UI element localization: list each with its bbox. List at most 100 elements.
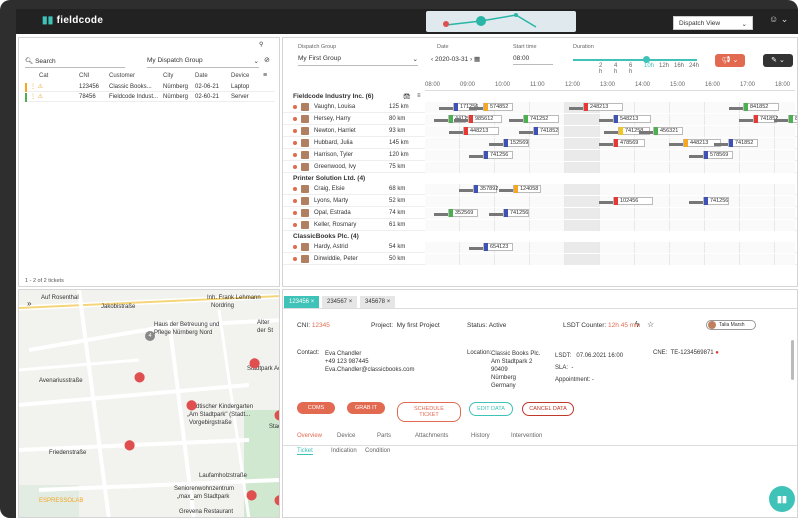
- action-cancel-data-button[interactable]: CANCEL DATA: [522, 402, 574, 416]
- duration-tick[interactable]: 24h: [689, 63, 699, 69]
- group-header[interactable]: Printer Solution Ltd. (4): [293, 175, 365, 182]
- technician-row[interactable]: Hubbard, Julia 145 km 152569 478569 448213 74…: [283, 138, 797, 149]
- technician-row[interactable]: Greenwood, Ivy 75 km: [283, 162, 797, 173]
- technician-row[interactable]: Harrison, Tyler 120 km 741256 578569: [283, 150, 797, 161]
- action-edit-data-button[interactable]: EDIT DATA: [469, 402, 513, 416]
- technician-row[interactable]: Keller, Rosmary 61 km: [283, 220, 797, 231]
- technician-row[interactable]: Opal, Estrada 74 km 352569 741256: [283, 208, 797, 219]
- search-input[interactable]: 🔍︎ Search: [25, 57, 125, 68]
- link-icon[interactable]: ⊘: [264, 56, 270, 64]
- duration-tick[interactable]: 12h: [659, 63, 669, 69]
- detail-tab[interactable]: Overview: [297, 433, 322, 439]
- column-header[interactable]: Cat: [39, 73, 48, 79]
- fieldcode-chat-button[interactable]: ▮▮: [769, 486, 795, 512]
- detail-tab[interactable]: Device: [337, 433, 355, 439]
- job-bar[interactable]: 741252: [523, 115, 559, 123]
- job-bar[interactable]: 574852: [483, 103, 513, 111]
- job-bar[interactable]: 654123: [483, 243, 513, 251]
- duration-slider-handle[interactable]: [643, 56, 650, 63]
- user-menu-icon[interactable]: ☺ ⌄: [769, 14, 788, 25]
- expand-icon[interactable]: »: [27, 299, 31, 308]
- ticket-tab[interactable]: 234567 ×: [322, 296, 358, 308]
- job-bar[interactable]: 352569: [448, 209, 478, 217]
- job-bar[interactable]: 741852: [728, 139, 758, 147]
- view-select[interactable]: Dispatch View ⌄: [673, 16, 753, 30]
- duration-tick[interactable]: 10h: [644, 63, 654, 69]
- duration-slider[interactable]: [573, 56, 697, 63]
- menu-icon[interactable]: ≡: [417, 93, 421, 99]
- column-header[interactable]: City: [163, 73, 173, 79]
- column-header[interactable]: Customer: [109, 73, 135, 79]
- job-bar[interactable]: 152569: [503, 139, 529, 147]
- alert-button[interactable]: 📢︎ ⌄: [715, 54, 745, 67]
- job-bar[interactable]: 741256: [483, 151, 513, 159]
- group-header[interactable]: ClassicBooks Plc. (4): [293, 233, 359, 240]
- technician-row[interactable]: Hersey, Harry80 km4412529856127412525482…: [283, 114, 797, 125]
- detail-sub-tab[interactable]: Condition: [365, 448, 390, 454]
- close-icon[interactable]: ×: [347, 299, 353, 305]
- job-bar[interactable]: 841752: [788, 115, 797, 123]
- group-header[interactable]: Fieldcode Industry Inc. (6): [293, 93, 374, 100]
- dispatch-group-select[interactable]: My Dispatch Group ⌄: [147, 57, 259, 68]
- dispatch-group-select[interactable]: My First Group ⌄: [298, 55, 418, 66]
- assignee-chip[interactable]: Talia Marsh: [706, 320, 756, 330]
- technician-row[interactable]: Hardy, Astrid 54 km 654123: [283, 242, 797, 253]
- job-bar[interactable]: 102456: [613, 197, 653, 205]
- date-picker[interactable]: ‹ 2020-03-31 › ▦: [431, 55, 480, 63]
- pin-icon[interactable]: ⚲: [259, 41, 263, 48]
- close-icon[interactable]: ×: [309, 299, 315, 305]
- column-header[interactable]: Date: [195, 73, 208, 79]
- job-bar[interactable]: 741256: [503, 209, 529, 217]
- map-pin-icon[interactable]: ⬤: [124, 440, 135, 451]
- job-bar[interactable]: 741852: [533, 127, 559, 135]
- column-header[interactable]: Device: [231, 73, 249, 79]
- duration-tick[interactable]: 4 h: [614, 63, 617, 75]
- action-grab-it-button[interactable]: GRAB IT: [347, 402, 385, 414]
- star-icon[interactable]: ☆: [647, 320, 654, 329]
- detail-tab[interactable]: Parts: [377, 433, 391, 439]
- flash-icon[interactable]: ϟ: [635, 320, 639, 329]
- info-icon[interactable]: ●: [715, 350, 719, 356]
- map-pin-icon[interactable]: ⬤: [274, 495, 279, 506]
- technician-row[interactable]: Lyons, Marty 52 km 102456 741256: [283, 196, 797, 207]
- close-icon[interactable]: ×: [385, 299, 391, 305]
- job-bar[interactable]: 841852: [743, 103, 779, 111]
- start-time-input[interactable]: 08:00: [513, 55, 553, 65]
- job-bar[interactable]: 478569: [613, 139, 645, 147]
- duration-tick[interactable]: 16h: [674, 63, 684, 69]
- table-row[interactable]: ⋮ ⚠ 78456 Fieldcode Indust... Nürnberg 02-60…: [23, 93, 275, 102]
- job-bar[interactable]: 456321: [653, 127, 683, 135]
- detail-tab[interactable]: Attachments: [415, 433, 448, 439]
- map-pin-icon[interactable]: ⬤: [246, 490, 257, 501]
- map-pane[interactable]: Auf Rosenthal Jakobistraße Inh. Frank Lehm…: [18, 289, 280, 518]
- action-coms-button[interactable]: COMS: [297, 402, 335, 414]
- duration-tick[interactable]: 2 h: [599, 63, 602, 75]
- job-bar[interactable]: 357892: [473, 185, 498, 193]
- detail-sub-tab[interactable]: Ticket: [297, 448, 313, 455]
- calendar-icon[interactable]: ▦: [474, 56, 480, 63]
- duration-tick[interactable]: 6 h: [629, 63, 632, 75]
- ticket-tab[interactable]: 345678 ×: [360, 296, 396, 308]
- menu-icon[interactable]: ≡: [263, 72, 267, 79]
- job-bar[interactable]: 578569: [703, 151, 733, 159]
- map-pin-icon[interactable]: ⬤: [274, 410, 279, 421]
- technician-row[interactable]: Vaughn, Louisa125 km17125657485224821384…: [283, 102, 797, 113]
- ticket-tab[interactable]: 123456 ×: [284, 296, 320, 308]
- map-pin-icon[interactable]: ⬤: [186, 400, 197, 411]
- column-header[interactable]: CNI: [79, 73, 89, 79]
- detail-tab[interactable]: History: [471, 433, 490, 439]
- map-pin-icon[interactable]: ⬤: [134, 372, 145, 383]
- job-bar[interactable]: 248213: [583, 103, 623, 111]
- mini-map[interactable]: [426, 11, 576, 32]
- detail-sub-tab[interactable]: Indication: [331, 448, 357, 454]
- technician-row[interactable]: Dinwiddie, Peter 50 km: [283, 254, 797, 265]
- detail-tab[interactable]: Intervention: [511, 433, 542, 439]
- job-bar[interactable]: 124058: [513, 185, 541, 193]
- job-bar[interactable]: 985612: [468, 115, 502, 123]
- map-pin-icon[interactable]: ⬤: [249, 358, 260, 369]
- action-schedule-ticket-button[interactable]: SCHEDULE TICKET: [397, 402, 461, 422]
- technician-row[interactable]: Newton, Harriet 93 km 448213 741852 741258 45…: [283, 126, 797, 137]
- technician-row[interactable]: Craig, Elsie 68 km 357892 124058: [283, 184, 797, 195]
- job-bar[interactable]: 448213: [463, 127, 499, 135]
- scrollbar[interactable]: [791, 340, 794, 380]
